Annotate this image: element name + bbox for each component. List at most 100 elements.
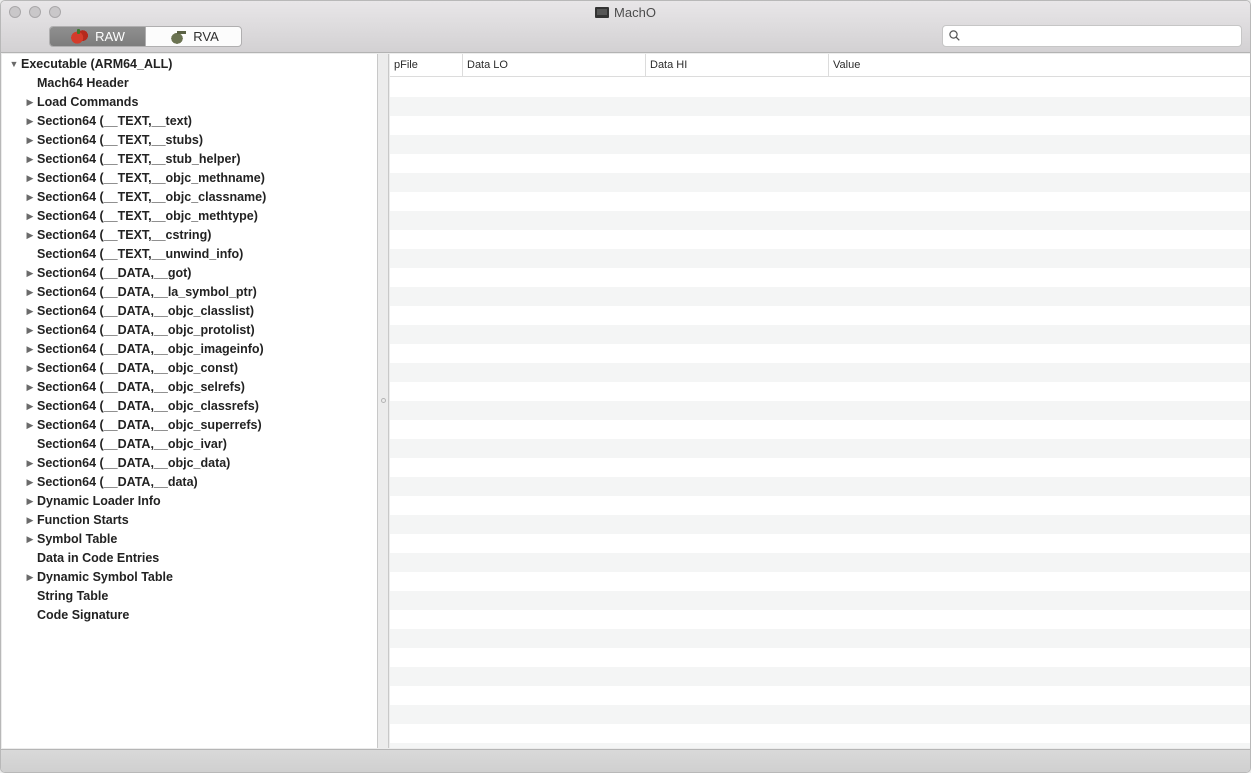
disclosure-expanded-icon[interactable]: ▼ — [9, 55, 19, 74]
rva-mode-icon — [168, 29, 187, 44]
raw-mode-button[interactable]: RAW — [50, 27, 145, 46]
app-icon — [595, 7, 610, 18]
tree-item-label: Section64 (__DATA,__objc_ivar) — [37, 437, 227, 451]
tree-item[interactable]: ▶ Section64 (__DATA,__got) — [2, 264, 377, 283]
tree-item[interactable]: ▶ Section64 (__TEXT,__text) — [2, 112, 377, 131]
disclosure-collapsed-icon[interactable]: ▶ — [25, 207, 35, 226]
disclosure-collapsed-icon[interactable]: ▶ — [25, 416, 35, 435]
tree-item[interactable]: ▶ Section64 (__DATA,__objc_protolist) — [2, 321, 377, 340]
tree-root-label: Executable (ARM64_ALL) — [21, 57, 173, 71]
tree-item[interactable]: ▶ Dynamic Symbol Table — [2, 568, 377, 587]
disclosure-collapsed-icon[interactable]: ▶ — [25, 378, 35, 397]
disclosure-collapsed-icon[interactable]: ▶ — [25, 511, 35, 530]
tree-item[interactable]: Section64 (__TEXT,__unwind_info) — [2, 245, 377, 264]
tree-item[interactable]: ▶ Dynamic Loader Info — [2, 492, 377, 511]
disclosure-collapsed-icon[interactable]: ▶ — [25, 131, 35, 150]
tree-item[interactable]: ▶ Section64 (__DATA,__objc_imageinfo) — [2, 340, 377, 359]
tree-item-label: Section64 (__DATA,__objc_superrefs) — [37, 418, 262, 432]
tree-item-label: Dynamic Loader Info — [37, 494, 161, 508]
outline-tree: ▼ Executable (ARM64_ALL) Mach64 Header ▶ L… — [2, 54, 377, 625]
tree-item-label: Section64 (__TEXT,__stubs) — [37, 133, 204, 147]
tree-item[interactable]: ▶ Symbol Table — [2, 530, 377, 549]
search-icon — [949, 30, 960, 41]
tree-item[interactable]: ▶ Section64 (__TEXT,__stub_helper) — [2, 150, 377, 169]
outline-tree-panel[interactable]: ▼ Executable (ARM64_ALL) Mach64 Header ▶ L… — [2, 54, 378, 748]
column-header-pfile[interactable]: pFile — [390, 54, 463, 76]
raw-mode-icon — [70, 28, 89, 44]
tree-item[interactable]: ▶ Section64 (__DATA,__objc_const) — [2, 359, 377, 378]
disclosure-collapsed-icon[interactable]: ▶ — [25, 492, 35, 511]
disclosure-collapsed-icon[interactable]: ▶ — [25, 264, 35, 283]
column-header-data-hi[interactable]: Data HI — [646, 54, 829, 76]
disclosure-collapsed-icon[interactable]: ▶ — [25, 112, 35, 131]
tree-item[interactable]: ▶ Section64 (__DATA,__objc_selrefs) — [2, 378, 377, 397]
disclosure-collapsed-icon[interactable]: ▶ — [25, 340, 35, 359]
window-title-area: MachO — [1, 5, 1250, 21]
view-mode-segmented-control: RAW RVA — [49, 26, 242, 47]
tree-item-label: Section64 (__TEXT,__text) — [37, 114, 192, 128]
tree-item-label: Section64 (__DATA,__objc_classlist) — [37, 304, 254, 318]
titlebar: MachO RAW RVA — [1, 1, 1250, 53]
search-field[interactable] — [942, 25, 1242, 47]
tree-item[interactable]: ▶ Section64 (__DATA,__data) — [2, 473, 377, 492]
tree-item-label: Dynamic Symbol Table — [37, 570, 173, 584]
tree-item[interactable]: Mach64 Header — [2, 74, 377, 93]
disclosure-collapsed-icon[interactable]: ▶ — [25, 226, 35, 245]
column-header-data-lo[interactable]: Data LO — [463, 54, 646, 76]
tree-item-label: String Table — [37, 589, 109, 603]
tree-item[interactable]: Code Signature — [2, 606, 377, 625]
tree-item-label: Section64 (__DATA,__data) — [37, 475, 198, 489]
tree-item-label: Section64 (__DATA,__objc_const) — [37, 361, 238, 375]
tree-item[interactable]: ▶ Load Commands — [2, 93, 377, 112]
tree-item[interactable]: ▶ Section64 (__DATA,__objc_data) — [2, 454, 377, 473]
tree-item[interactable]: ▶ Section64 (__TEXT,__objc_methtype) — [2, 207, 377, 226]
tree-item[interactable]: ▶ Section64 (__DATA,__objc_classlist) — [2, 302, 377, 321]
status-bar — [1, 749, 1250, 772]
tree-item-label: Section64 (__TEXT,__objc_classname) — [37, 190, 267, 204]
rva-mode-button[interactable]: RVA — [145, 27, 241, 46]
tree-item-label: Section64 (__DATA,__objc_classrefs) — [37, 399, 259, 413]
tree-item[interactable]: ▶ Section64 (__DATA,__la_symbol_ptr) — [2, 283, 377, 302]
tree-item-label: Mach64 Header — [37, 76, 129, 90]
data-table-panel[interactable]: pFile Data LO Data HI Value — [390, 54, 1250, 748]
tree-item[interactable]: String Table — [2, 587, 377, 606]
disclosure-collapsed-icon[interactable]: ▶ — [25, 188, 35, 207]
tree-item[interactable]: ▶ Section64 (__DATA,__objc_superrefs) — [2, 416, 377, 435]
tree-item[interactable]: ▶ Section64 (__TEXT,__stubs) — [2, 131, 377, 150]
disclosure-collapsed-icon[interactable]: ▶ — [25, 473, 35, 492]
disclosure-collapsed-icon[interactable]: ▶ — [25, 568, 35, 587]
disclosure-collapsed-icon[interactable]: ▶ — [25, 397, 35, 416]
disclosure-collapsed-icon[interactable]: ▶ — [25, 454, 35, 473]
divider-grip-icon — [381, 398, 386, 403]
disclosure-collapsed-icon[interactable]: ▶ — [25, 321, 35, 340]
column-header-value[interactable]: Value — [829, 54, 1250, 76]
tree-item[interactable]: ▶ Function Starts — [2, 511, 377, 530]
tree-item-label: Function Starts — [37, 513, 129, 527]
tree-item-label: Section64 (__TEXT,__objc_methtype) — [37, 209, 258, 223]
tree-item[interactable]: ▶ Section64 (__TEXT,__objc_methname) — [2, 169, 377, 188]
disclosure-collapsed-icon[interactable]: ▶ — [25, 93, 35, 112]
rva-mode-label: RVA — [193, 29, 219, 44]
search-input[interactable] — [965, 27, 1237, 45]
disclosure-collapsed-icon[interactable]: ▶ — [25, 359, 35, 378]
disclosure-collapsed-icon[interactable]: ▶ — [25, 283, 35, 302]
raw-mode-label: RAW — [95, 29, 125, 44]
split-view-divider[interactable] — [379, 54, 389, 748]
tree-item[interactable]: Data in Code Entries — [2, 549, 377, 568]
disclosure-collapsed-icon[interactable]: ▶ — [25, 302, 35, 321]
tree-item-label: Section64 (__TEXT,__objc_methname) — [37, 171, 265, 185]
window-title: MachO — [614, 5, 656, 20]
disclosure-collapsed-icon[interactable]: ▶ — [25, 530, 35, 549]
disclosure-collapsed-icon[interactable]: ▶ — [25, 150, 35, 169]
tree-root-executable[interactable]: ▼ Executable (ARM64_ALL) — [2, 55, 377, 74]
tree-item[interactable]: ▶ Section64 (__TEXT,__objc_classname) — [2, 188, 377, 207]
tree-item-label: Section64 (__DATA,__got) — [37, 266, 192, 280]
disclosure-collapsed-icon[interactable]: ▶ — [25, 169, 35, 188]
tree-item-label: Section64 (__DATA,__objc_selrefs) — [37, 380, 245, 394]
tree-item-label: Symbol Table — [37, 532, 118, 546]
tree-item-label: Code Signature — [37, 608, 130, 622]
tree-item-label: Section64 (__TEXT,__stub_helper) — [37, 152, 241, 166]
tree-item[interactable]: ▶ Section64 (__TEXT,__cstring) — [2, 226, 377, 245]
tree-item[interactable]: ▶ Section64 (__DATA,__objc_classrefs) — [2, 397, 377, 416]
tree-item[interactable]: Section64 (__DATA,__objc_ivar) — [2, 435, 377, 454]
